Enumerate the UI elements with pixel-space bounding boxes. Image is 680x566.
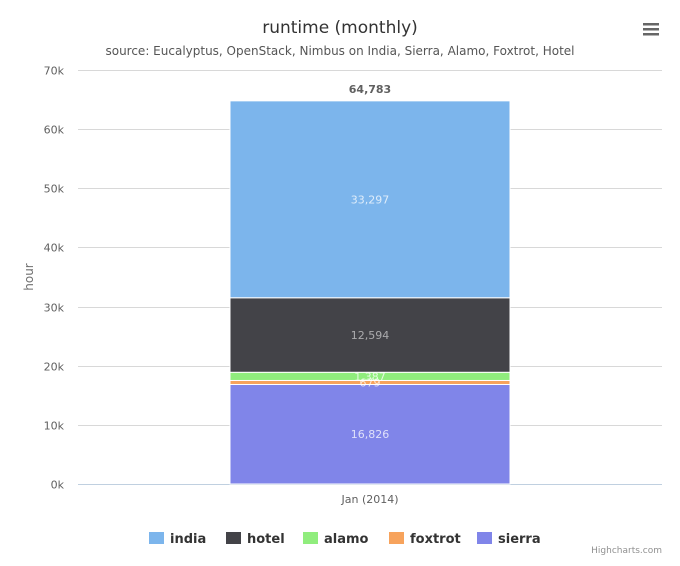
y-tick-label: 70k xyxy=(44,65,65,78)
legend-item-alamo[interactable]: alamo xyxy=(303,532,369,547)
legend-label: sierra xyxy=(498,532,541,547)
chart-title: runtime (monthly) xyxy=(262,18,418,38)
credits-link[interactable]: Highcharts.com xyxy=(591,546,662,556)
chart-menu-button[interactable] xyxy=(636,16,666,42)
legend-swatch xyxy=(149,532,164,544)
legend-label: foxtrot xyxy=(410,532,461,547)
legend-item-india[interactable]: india xyxy=(149,532,206,547)
y-tick-label: 50k xyxy=(44,183,65,196)
legend-item-foxtrot[interactable]: foxtrot xyxy=(389,532,461,547)
bars xyxy=(229,100,511,485)
legend-swatch xyxy=(226,532,241,544)
x-axis-ticks: Jan (2014) xyxy=(340,493,398,506)
legend-swatch xyxy=(477,532,492,544)
legend-swatch xyxy=(389,532,404,544)
y-tick-label: 60k xyxy=(44,124,65,137)
legend-item-hotel[interactable]: hotel xyxy=(226,532,285,547)
legend-swatch xyxy=(303,532,318,544)
hamburger-menu-icon xyxy=(643,23,659,36)
legend-label: hotel xyxy=(247,532,285,547)
legend-item-sierra[interactable]: sierra xyxy=(477,532,541,547)
legend-label: india xyxy=(170,532,206,547)
y-tick-label: 10k xyxy=(44,420,65,433)
stack-total-label: 64,783 xyxy=(349,83,391,96)
x-tick-label: Jan (2014) xyxy=(340,493,398,506)
y-tick-label: 30k xyxy=(44,302,65,315)
y-tick-label: 40k xyxy=(44,242,65,255)
legend: india hotel alamo foxtrot sierra xyxy=(149,532,541,547)
y-axis-ticks: 0k 10k 20k 30k 40k 50k 60k 70k xyxy=(44,65,65,492)
chart: runtime (monthly) source: Eucalyptus, Op… xyxy=(22,16,666,556)
data-label-sierra: 16,826 xyxy=(351,428,390,441)
y-axis-title: hour xyxy=(22,263,36,291)
data-label-alamo: 1,387 xyxy=(354,370,386,383)
data-label-hotel: 12,594 xyxy=(351,329,390,342)
chart-subtitle: source: Eucalyptus, OpenStack, Nimbus on… xyxy=(105,44,574,58)
y-tick-label: 0k xyxy=(51,479,65,492)
legend-label: alamo xyxy=(324,532,369,547)
data-label-india: 33,297 xyxy=(351,193,390,206)
y-tick-label: 20k xyxy=(44,361,65,374)
